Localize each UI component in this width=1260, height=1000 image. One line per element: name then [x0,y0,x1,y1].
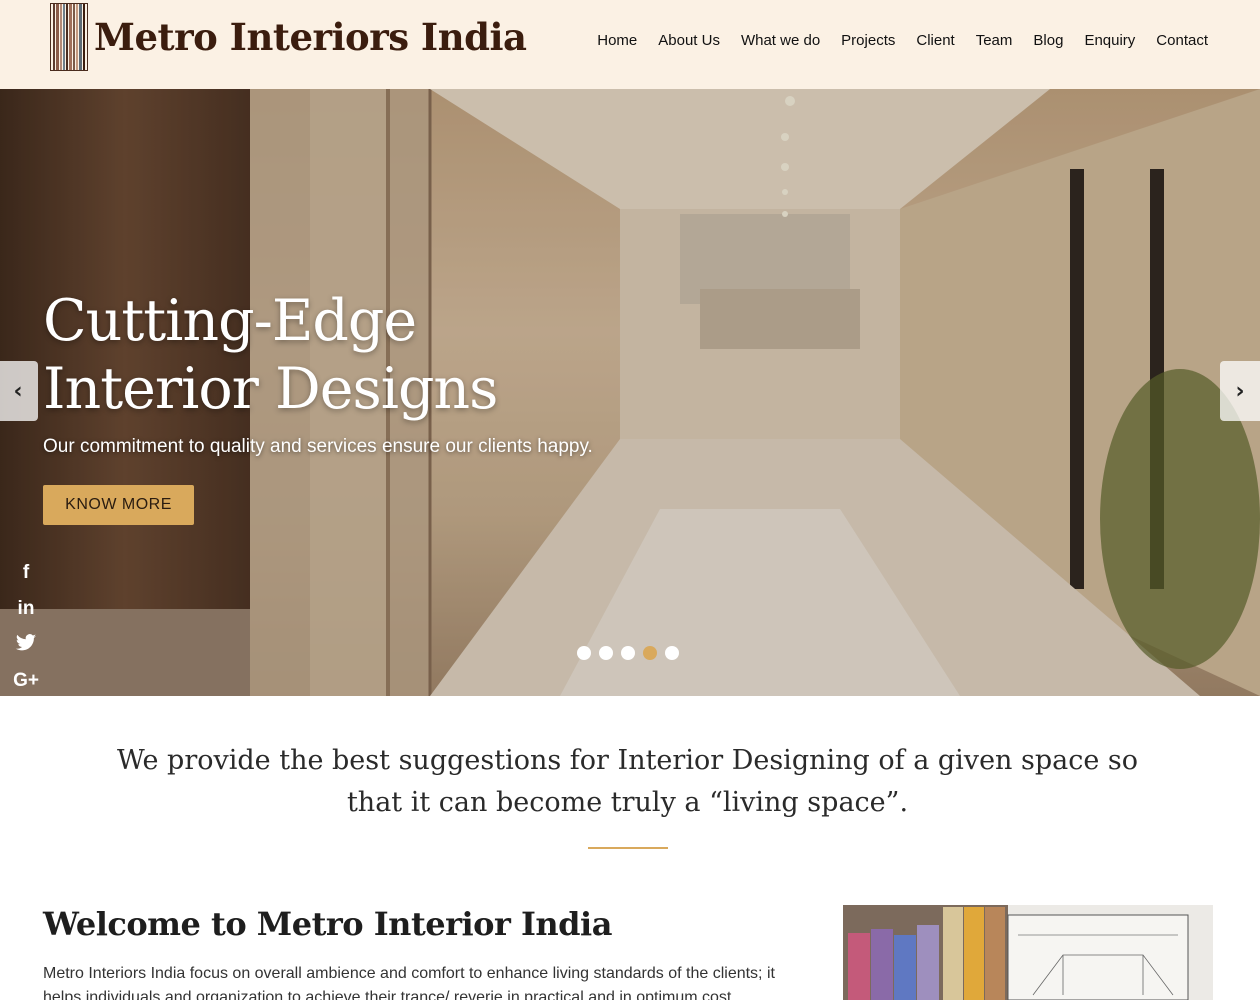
logo-stripe [79,3,82,70]
nav-what-we-do[interactable]: What we do [741,32,820,49]
site-header: Metro Interiors India Home About Us What… [0,0,1260,89]
hero-slider: Cutting-Edge Interior Designs Our commit… [0,89,1260,696]
section-divider [588,847,668,849]
slider-dots [577,646,679,660]
logo-stripe [82,3,85,70]
logo-stripes-icon [50,2,88,71]
linkedin-icon[interactable]: in [12,597,40,621]
hero-subtitle: Our commitment to quality and services e… [43,436,593,457]
logo-stripe [59,3,62,70]
main-nav: Home About Us What we do Projects Client… [597,32,1208,49]
tagline: We provide the best suggestions for Inte… [116,745,1139,818]
brand-name: Metro Interiors India [94,14,527,59]
slider-dot[interactable] [621,646,635,660]
hero-title-line1: Cutting-Edge [43,288,417,354]
welcome-title: Welcome to Metro Interior India [43,905,612,943]
brand-logo[interactable]: Metro Interiors India [50,2,527,71]
nav-about-us[interactable]: About Us [658,32,720,49]
twitter-icon[interactable] [12,633,40,657]
nav-home[interactable]: Home [597,32,637,49]
logo-stripe [66,3,69,70]
social-links: f in G+ [12,561,40,693]
google-plus-icon[interactable]: G+ [12,669,40,693]
nav-team[interactable]: Team [976,32,1013,49]
nav-client[interactable]: Client [916,32,954,49]
slider-dot-active[interactable] [643,646,657,660]
logo-stripe [72,3,76,70]
logo-stripe [56,3,59,70]
know-more-button[interactable]: KNOW MORE [43,485,194,525]
hero-title: Cutting-Edge Interior Designs [43,287,498,423]
slider-dot[interactable] [577,646,591,660]
welcome-text: Metro Interiors India focus on overall a… [43,965,775,1000]
nav-enquiry[interactable]: Enquiry [1084,32,1135,49]
nav-projects[interactable]: Projects [841,32,895,49]
nav-contact[interactable]: Contact [1156,32,1208,49]
logo-stripe [69,3,72,70]
hero-title-line2: Interior Designs [43,356,498,422]
logo-stripe [76,3,79,70]
slider-prev-button[interactable]: ‹ [0,361,38,421]
slider-dot[interactable] [599,646,613,660]
chevron-left-icon: ‹ [13,378,23,404]
facebook-icon[interactable]: f [12,561,40,585]
chevron-right-icon: › [1235,378,1245,404]
slider-next-button[interactable]: › [1220,361,1260,421]
logo-stripe [62,3,66,70]
nav-blog[interactable]: Blog [1033,32,1063,49]
logo-stripe [53,3,56,70]
design-swatches-image [843,905,1213,1000]
slider-dot[interactable] [665,646,679,660]
